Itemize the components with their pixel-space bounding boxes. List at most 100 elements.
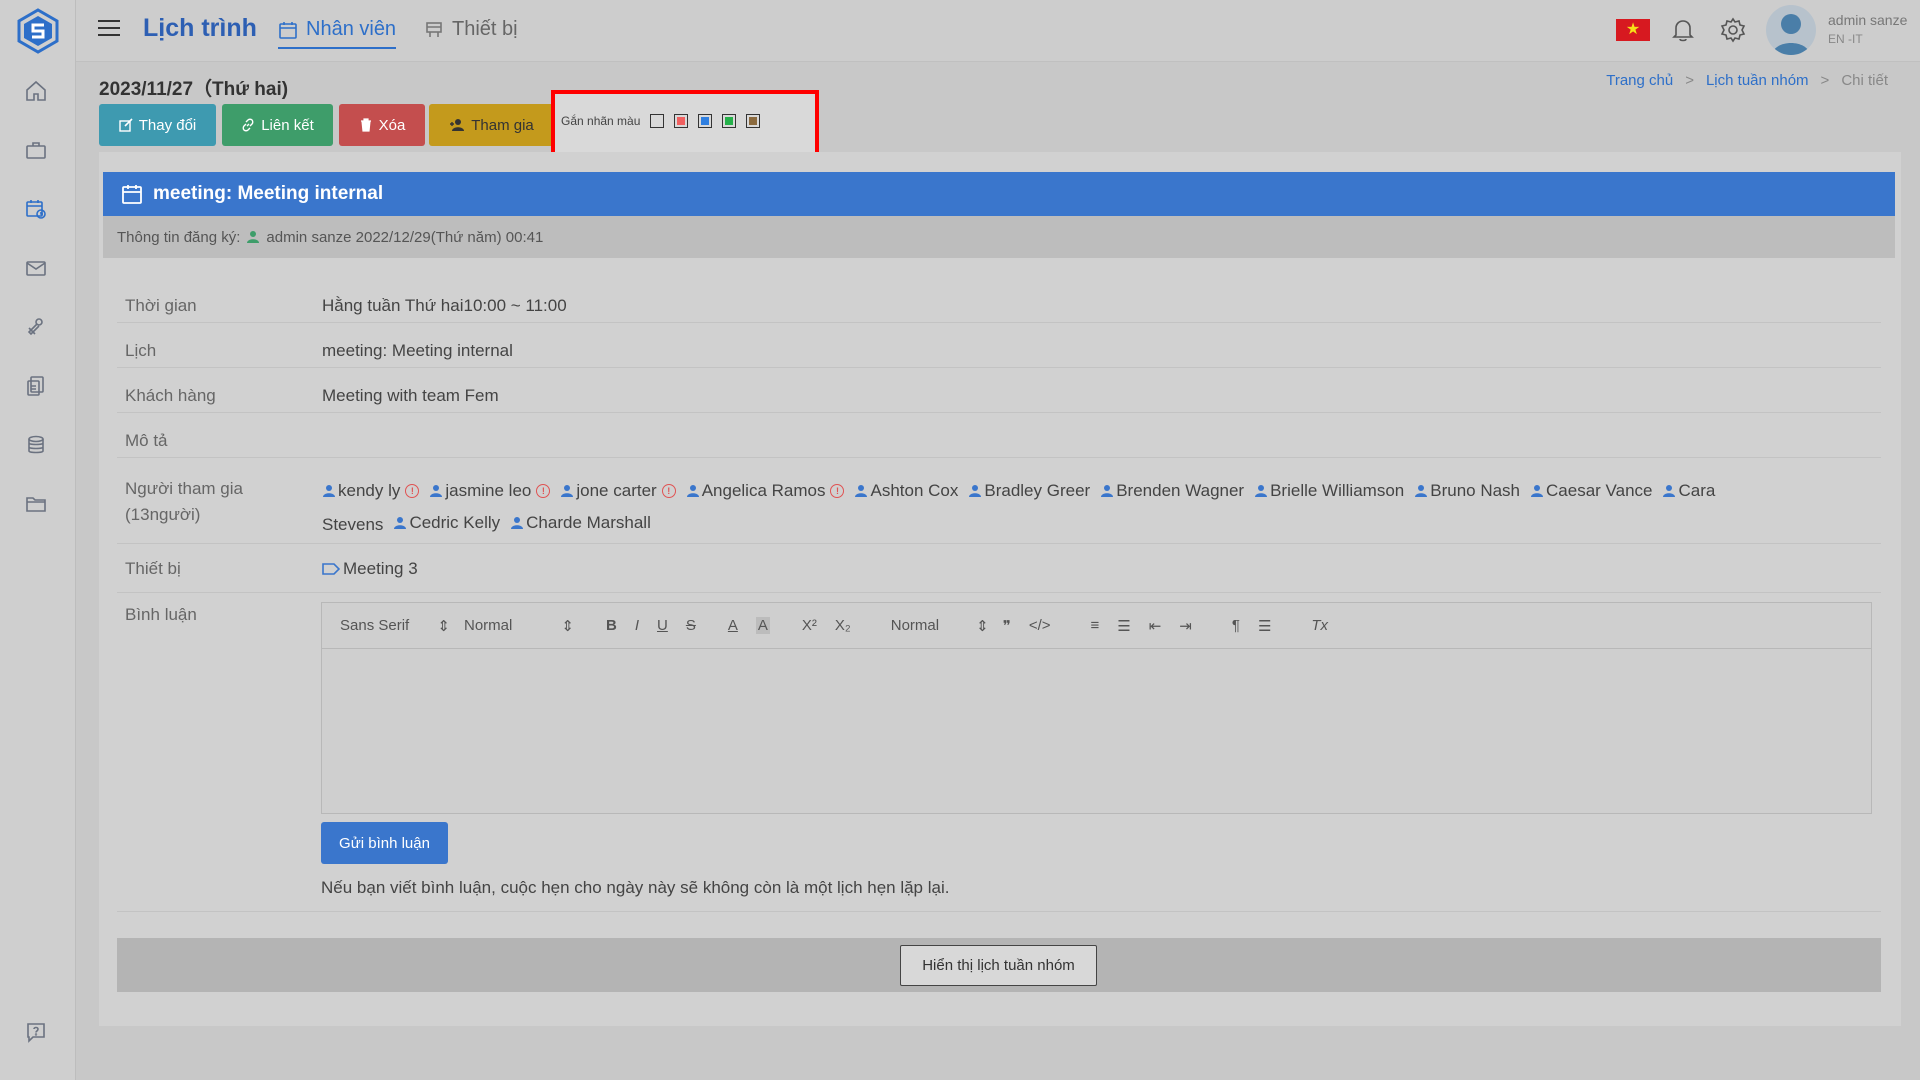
row-calendar: Lịch meeting: Meeting internal — [117, 323, 1881, 368]
row-time: Thời gian Hằng tuần Thứ hai10:00 ~ 11:00 — [117, 276, 1881, 323]
participant-name: jone carter — [576, 481, 657, 500]
calendar-clock-icon[interactable] — [22, 195, 50, 223]
app-title[interactable]: Lịch trình — [143, 14, 257, 43]
delete-button[interactable]: Xóa — [339, 104, 425, 146]
clear-format-icon[interactable]: Tx — [1311, 617, 1328, 634]
tools-icon[interactable] — [22, 313, 50, 341]
participant[interactable]: Charde Marshall — [510, 508, 651, 538]
document-icon[interactable] — [22, 372, 50, 400]
ordered-list-icon[interactable]: ≡ — [1091, 617, 1100, 634]
text-direction-icon[interactable]: ¶ — [1232, 617, 1240, 634]
participant-name: jasmine leo — [445, 481, 532, 500]
link-button-label: Liên kết — [261, 116, 314, 134]
editor-body[interactable] — [322, 649, 1871, 813]
size-select[interactable]: Normal ⇕ — [464, 617, 574, 635]
calendar-icon — [279, 21, 297, 39]
gear-icon[interactable] — [1719, 16, 1747, 44]
show-group-week-button[interactable]: Hiển thị lịch tuần nhóm — [900, 945, 1097, 986]
strike-icon[interactable]: S — [686, 617, 696, 634]
participant[interactable]: Brielle Williamson — [1254, 476, 1404, 506]
join-button[interactable]: Tham gia — [429, 104, 554, 146]
customer-value: Meeting with team Fem — [322, 386, 499, 405]
calendar-icon — [122, 185, 142, 204]
italic-icon[interactable]: I — [635, 617, 639, 634]
breadcrumb-group-week[interactable]: Lịch tuần nhóm — [1706, 72, 1809, 89]
edit-button-label: Thay đổi — [138, 116, 197, 134]
participant-name: Bradley Greer — [984, 481, 1091, 500]
breadcrumb: Trang chủ > Lịch tuần nhóm > Chi tiết — [1606, 72, 1888, 89]
user-icon — [394, 517, 407, 529]
participant[interactable]: Ashton Cox — [854, 476, 958, 506]
participant[interactable]: Caesar Vance — [1530, 476, 1652, 506]
color-swatch-blue[interactable] — [698, 114, 713, 128]
align-icon[interactable]: ☰ — [1258, 617, 1271, 635]
subscript-icon[interactable]: X₂ — [835, 617, 851, 634]
menu-icon[interactable] — [98, 20, 120, 38]
folder-icon[interactable] — [22, 490, 50, 518]
row-customer: Khách hàng Meeting with team Fem — [117, 368, 1881, 413]
user-icon — [323, 485, 335, 497]
participant[interactable]: Cara — [1662, 476, 1715, 506]
row-participants: Người tham gia (13người) kendy ly! jasmin… — [117, 458, 1881, 544]
event-header: meeting: Meeting internal — [103, 172, 1895, 216]
breadcrumb-home[interactable]: Trang chủ — [1606, 72, 1673, 89]
select-arrows-icon: ⇕ — [976, 617, 989, 635]
participant[interactable]: jasmine leo! — [429, 476, 551, 506]
mail-icon[interactable] — [22, 254, 50, 282]
color-swatch-green[interactable] — [722, 114, 737, 128]
blockquote-icon[interactable]: ❞ — [1003, 617, 1011, 635]
bold-icon[interactable]: B — [606, 617, 617, 634]
text-color-icon[interactable]: A — [728, 617, 738, 634]
participant[interactable]: kendy ly! — [322, 476, 420, 506]
trash-icon — [360, 118, 371, 132]
vietnam-flag-icon[interactable]: ★ — [1616, 19, 1650, 41]
participant[interactable]: Bradley Greer — [968, 476, 1090, 506]
color-swatch-red[interactable] — [674, 114, 689, 128]
tab-staff[interactable]: Nhân viên — [278, 18, 397, 49]
tab-equipment-label: Thiết bị — [452, 18, 518, 40]
database-icon[interactable] — [22, 431, 50, 459]
equipment-value[interactable]: Meeting 3 — [322, 559, 418, 579]
send-comment-button[interactable]: Gửi bình luận — [321, 822, 448, 864]
underline-icon[interactable]: U — [657, 617, 668, 634]
participant[interactable]: Bruno Nash — [1414, 476, 1520, 506]
user-icon — [969, 485, 982, 497]
color-swatch-none[interactable] — [650, 114, 665, 128]
bell-icon[interactable] — [1669, 16, 1697, 44]
background-color-icon[interactable]: A — [755, 617, 770, 634]
comment-editor: Sans Serif ⇕ Normal ⇕ B I U S A A X² X₂ No… — [321, 602, 1872, 814]
participant[interactable]: Stevens — [322, 510, 383, 540]
registration-label: Thông tin đăng ký: — [117, 228, 241, 246]
participants-count: (13người) — [125, 505, 201, 524]
code-icon[interactable]: </> — [1029, 617, 1051, 634]
font-select[interactable]: Sans Serif ⇕ — [340, 617, 450, 635]
time-value: Hằng tuần Thứ hai10:00 ~ 11:00 — [322, 296, 567, 315]
avatar[interactable] — [1766, 5, 1816, 55]
user-name[interactable]: admin sanze — [1828, 12, 1907, 28]
participants-list: kendy ly! jasmine leo! jone carter! Angelic… — [322, 476, 1852, 540]
participant[interactable]: Angelica Ramos! — [686, 476, 845, 506]
participants-label-text: Người tham gia — [125, 479, 243, 498]
help-icon[interactable] — [22, 1018, 50, 1046]
indent-icon[interactable]: ⇥ — [1179, 617, 1192, 635]
superscript-icon[interactable]: X² — [802, 617, 817, 634]
edit-button[interactable]: Thay đổi — [99, 104, 216, 146]
participant[interactable]: Brenden Wagner — [1100, 476, 1244, 506]
heading-select[interactable]: Normal ⇕ — [891, 617, 989, 635]
user-icon — [1415, 485, 1428, 497]
bullet-list-icon[interactable]: ☰ — [1117, 617, 1130, 635]
home-icon[interactable] — [22, 77, 50, 105]
warning-icon: ! — [536, 484, 551, 498]
color-swatch-brown[interactable] — [746, 114, 761, 128]
tab-equipment[interactable]: Thiết bị — [424, 18, 518, 47]
heading-select-value: Normal — [890, 617, 940, 634]
page-title: 2023/11/27（Thứ hai) — [99, 79, 289, 100]
link-button[interactable]: Liên kết — [222, 104, 333, 146]
outdent-icon[interactable]: ⇤ — [1149, 617, 1162, 635]
app-logo[interactable] — [16, 8, 60, 54]
breadcrumb-separator: > — [1820, 72, 1830, 89]
participant[interactable]: jone carter! — [560, 476, 676, 506]
participant-name: Cedric Kelly — [409, 513, 501, 532]
briefcase-icon[interactable] — [22, 136, 50, 164]
participant[interactable]: Cedric Kelly — [393, 508, 500, 538]
